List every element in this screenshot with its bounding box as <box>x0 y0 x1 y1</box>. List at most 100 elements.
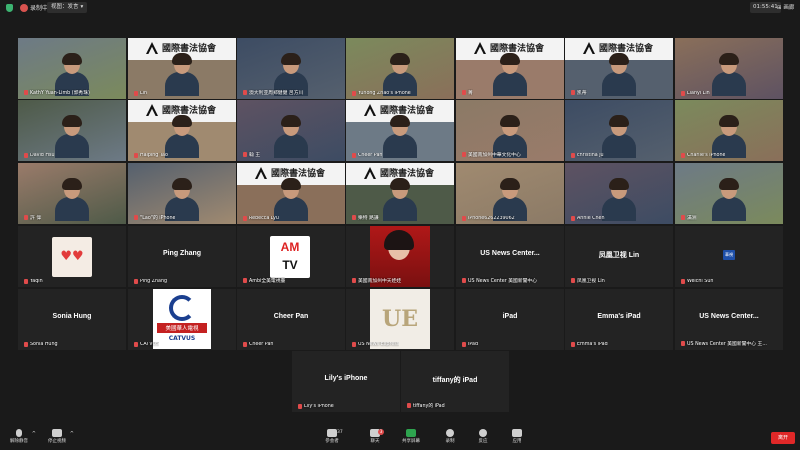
participant-name-label: Lily's iPhone <box>298 404 334 409</box>
participant-tile[interactable]: KathY Yuan-Limb (郭秀珠) <box>18 38 126 99</box>
participant-tile[interactable]: 凤凰卫视 Lin 凤凰卫视 Lin <box>565 226 673 287</box>
participant-person <box>712 178 746 221</box>
video-feed <box>346 38 454 99</box>
participant-tile[interactable]: Ping Zhang Ping Zhang <box>128 226 236 287</box>
participants-button[interactable]: 37 参会者 <box>317 428 347 444</box>
microphone-icon <box>16 429 22 437</box>
gallery-view-button[interactable]: ⊞ 画廊 <box>777 3 794 11</box>
mic-muted-icon <box>681 153 685 158</box>
participant-person <box>602 115 636 158</box>
chat-badge: 3 <box>378 429 384 435</box>
participant-tile[interactable]: 國際書法協會 凯蒂 <box>565 38 673 99</box>
leave-button[interactable]: 离开 <box>771 432 795 444</box>
mic-muted-icon <box>571 90 575 95</box>
participant-tile[interactable]: 翰 王 <box>237 100 345 161</box>
video-feed: 國際書法協會 <box>346 100 454 161</box>
participant-tile[interactable]: Sonia Hung Sonia Hung <box>18 289 126 350</box>
participant-tile[interactable]: ♥♥ Yaqin <box>18 226 126 287</box>
mic-muted-icon <box>681 341 685 346</box>
mic-muted-icon <box>462 278 466 283</box>
recording-label: 录制中 <box>30 5 49 12</box>
participant-name-label: Emma's iPad <box>571 342 608 347</box>
participant-tile[interactable]: Annie Chen <box>565 163 673 224</box>
mic-muted-icon <box>462 152 466 157</box>
video-feed: 華視 <box>675 226 783 287</box>
record-button[interactable]: 录制 <box>435 428 465 444</box>
participant-person <box>383 53 417 96</box>
video-feed <box>565 163 673 224</box>
participant-tile[interactable]: 華視 Weichi Sun <box>675 226 783 287</box>
participant-name-label: 凯蒂 <box>571 89 587 96</box>
participant-tile[interactable]: Emma's iPad Emma's iPad <box>565 289 673 350</box>
participant-tile[interactable]: 美國南加州中天娃娃 <box>346 226 454 287</box>
apps-button[interactable]: 应用 <box>502 428 532 444</box>
chevron-up-icon[interactable]: ^ <box>32 431 36 437</box>
participant-tile[interactable]: US News Center... US News Center 美國新聞中心 <box>456 226 564 287</box>
participant-tile[interactable]: David Hsu <box>18 100 126 161</box>
participant-name-label: Lianyi Lin <box>681 91 710 96</box>
catvus-logo: 美國華人電視 CATVUS <box>153 289 211 349</box>
participant-name-label: US News Center 美國新聞中心 <box>462 277 537 284</box>
participant-tile[interactable]: 國際書法協會菁 <box>456 38 564 99</box>
share-screen-icon <box>406 429 416 437</box>
participant-name-label: 美國南加州中天娃娃 <box>352 277 401 284</box>
participant-tile[interactable]: 國際書法協會 Cheer Pan <box>346 100 454 161</box>
participant-tile[interactable]: "Lao"的 iPhone <box>128 163 236 224</box>
chat-button[interactable]: 3 聊天 <box>360 428 390 444</box>
video-feed <box>128 226 236 287</box>
video-feed: 國際書法協會 <box>128 38 236 99</box>
participant-tile[interactable]: iPhone6262239062 <box>456 163 564 224</box>
stop-video-button[interactable]: 停止视频 ^ <box>42 428 74 444</box>
participant-tile[interactable]: 澳大利亚周郑健健 呂方川 <box>237 38 345 99</box>
mic-muted-icon <box>571 153 575 158</box>
video-feed: UE <box>346 289 454 350</box>
mic-muted-icon <box>352 91 356 96</box>
reactions-button[interactable]: 反应 <box>468 428 498 444</box>
participant-tile[interactable]: 滿洲 <box>675 163 783 224</box>
association-logo-icon <box>474 42 486 54</box>
participant-tile[interactable]: Lily's iPhone Lily's iPhone <box>292 351 400 412</box>
participant-tile[interactable]: tiffany的 iPad tiffany的 iPad <box>401 351 509 412</box>
participant-tile[interactable]: 美國華人電視 CATVUS CATVUS <box>128 289 236 350</box>
mic-muted-icon <box>24 279 28 284</box>
participant-name-label: Yuhong Zhao's iPhone <box>352 91 411 96</box>
participant-tile[interactable]: 國際書法協會 樂特 路謙 <box>346 163 454 224</box>
mic-muted-icon <box>407 403 411 408</box>
participant-tile[interactable]: 國際書法協會 Rebecca Lyu <box>237 163 345 224</box>
mic-muted-icon <box>243 278 247 283</box>
participant-tile[interactable]: 美國南加州中華文化中心 <box>456 100 564 161</box>
participant-tile[interactable]: 國際書法協會 Lin <box>128 38 236 99</box>
mic-muted-icon <box>462 342 466 347</box>
share-screen-button[interactable]: 共享屏幕 <box>396 428 426 444</box>
participant-person <box>602 53 636 96</box>
participant-person <box>602 178 636 221</box>
participant-tile[interactable]: iPad iPad <box>456 289 564 350</box>
mic-muted-icon <box>134 342 138 347</box>
participant-name-label: 菁 <box>462 89 473 96</box>
participant-tile[interactable]: Cheer Pan Cheer Pan <box>237 289 345 350</box>
participant-tile[interactable]: 國際書法協會 Haiping Tao <box>128 100 236 161</box>
participant-name-label: US News Center 美國新聞中心 王... <box>681 340 767 347</box>
participant-tile[interactable]: Yuhong Zhao's iPhone <box>346 38 454 99</box>
participant-tile[interactable]: christina ju <box>565 100 673 161</box>
participant-tile[interactable]: UE US News Express <box>346 289 454 350</box>
participant-tile[interactable]: AM TV Ambi全美電視臺 <box>237 226 345 287</box>
unmute-button[interactable]: 解除静音 ^ <box>4 428 36 444</box>
mic-muted-icon <box>243 152 247 157</box>
camera-icon <box>52 429 62 437</box>
recording-icon <box>20 4 28 12</box>
participant-name-label: 許 偉 <box>24 214 41 221</box>
mic-muted-icon <box>24 153 28 158</box>
participant-tile[interactable]: Lianyi Lin <box>675 38 783 99</box>
participant-tile[interactable]: US News Center... US News Center 美國新聞中心 王… <box>675 289 783 350</box>
shield-icon[interactable] <box>6 4 13 12</box>
video-feed: 美國華人電視 CATVUS <box>128 289 236 350</box>
view-button[interactable]: 视图：发言 ▾ <box>47 2 88 13</box>
participant-person <box>712 53 746 96</box>
participant-tile[interactable]: 許 偉 <box>18 163 126 224</box>
banner-title: 國際書法協會 <box>271 169 326 179</box>
mic-muted-icon <box>243 342 247 347</box>
participant-tile[interactable]: Charlie's iPhone <box>675 100 783 161</box>
chevron-up-icon[interactable]: ^ <box>70 431 74 437</box>
video-feed: 國際書法協會 <box>128 100 236 161</box>
